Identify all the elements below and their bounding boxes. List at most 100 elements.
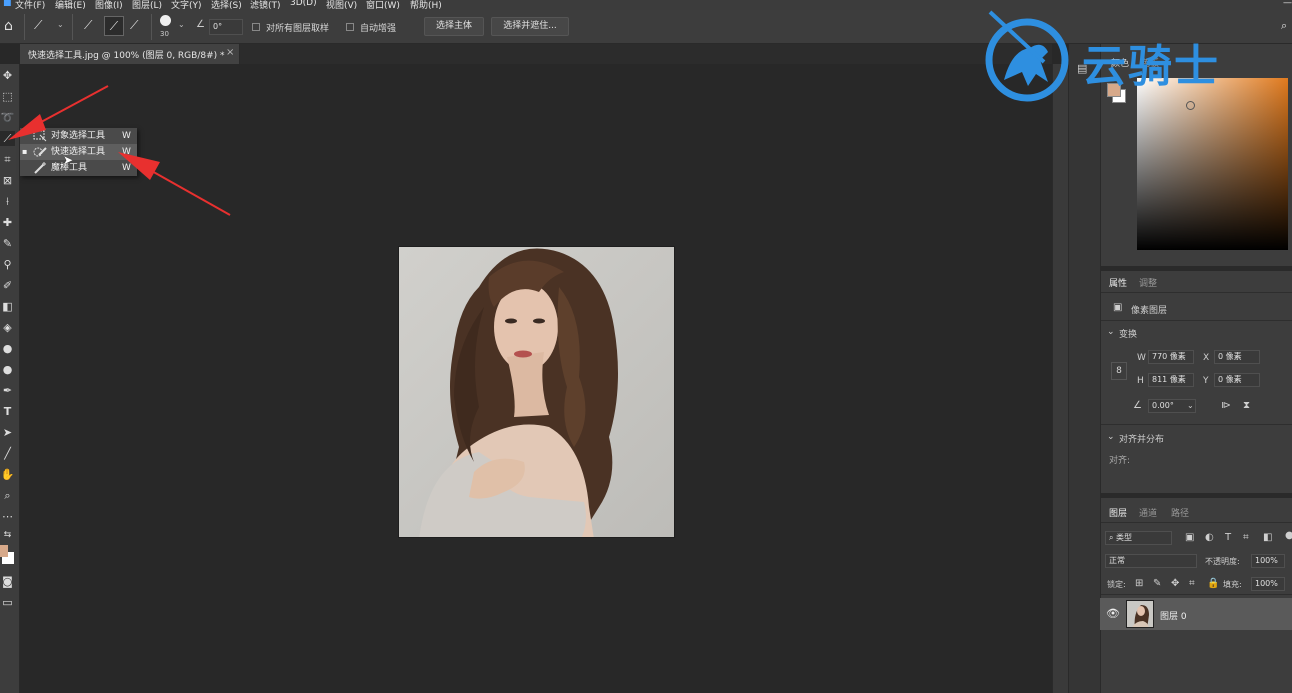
divider: [72, 14, 73, 40]
height-label: H: [1137, 376, 1144, 386]
quick-selection-preset-icon[interactable]: ⟋: [34, 18, 42, 33]
foreground-color-swatch[interactable]: [0, 545, 8, 557]
menu-window[interactable]: 窗口(W): [366, 0, 400, 10]
pixel-layer-icon: ▣: [1113, 302, 1123, 313]
lock-artboard-icon[interactable]: ⌗: [1189, 578, 1195, 590]
menu-help[interactable]: 帮助(H): [410, 0, 442, 10]
filter-type-icon[interactable]: T: [1225, 532, 1231, 544]
divider: [1101, 320, 1292, 321]
new-selection-icon[interactable]: ⟋: [84, 18, 92, 33]
vertical-scrollbar[interactable]: [1052, 64, 1068, 693]
fill-input[interactable]: 100%: [1251, 577, 1285, 591]
subtract-from-selection-icon[interactable]: ⟋: [130, 18, 138, 33]
select-subject-button[interactable]: 选择主体: [424, 17, 484, 36]
rotation-chevron-icon[interactable]: ⌄: [1187, 400, 1194, 412]
zoom-tool-icon[interactable]: ⌕: [0, 488, 15, 503]
filter-pixel-icon[interactable]: ▣: [1185, 532, 1194, 544]
x-input[interactable]: 0 像素: [1214, 350, 1260, 364]
gradient-tool-icon[interactable]: ◈: [0, 320, 15, 335]
menu-select[interactable]: 选择(S): [211, 0, 242, 10]
sample-all-layers-checkbox[interactable]: [252, 23, 260, 31]
divider: [1101, 292, 1292, 293]
menu-image[interactable]: 图像(I): [95, 0, 123, 10]
watermark-logo: 云骑士: [982, 10, 1282, 110]
menu-view[interactable]: 视图(V): [326, 0, 357, 10]
search-icon: ⌕: [1109, 533, 1117, 542]
layer-row[interactable]: 👁 图层 0: [1100, 598, 1292, 630]
y-label: Y: [1203, 376, 1209, 386]
minimize-icon[interactable]: —: [1283, 0, 1292, 8]
menu-3d[interactable]: 3D(D): [290, 0, 317, 8]
close-tab-icon[interactable]: ×: [226, 47, 234, 58]
menu-edit[interactable]: 编辑(E): [55, 0, 86, 10]
select-and-mask-button[interactable]: 选择并遮住...: [491, 17, 569, 36]
document-image[interactable]: [398, 246, 675, 538]
lock-image-icon[interactable]: ✎: [1153, 578, 1161, 590]
more-tools-icon[interactable]: ⋯: [0, 509, 15, 524]
layer-filter-select[interactable]: ⌕ 类型: [1105, 531, 1172, 545]
clone-stamp-tool-icon[interactable]: ⚲: [0, 257, 15, 272]
menu-file[interactable]: 文件(F): [15, 0, 45, 10]
filter-toggle-icon[interactable]: ●: [1285, 530, 1292, 542]
flip-horizontal-icon[interactable]: ⧐: [1221, 400, 1231, 412]
auto-enhance-checkbox[interactable]: [346, 23, 354, 31]
pen-tool-icon[interactable]: ✒: [0, 383, 15, 398]
collapse-align-icon[interactable]: ⌄: [1107, 432, 1115, 442]
add-to-selection-icon[interactable]: ⟋: [104, 16, 124, 36]
path-selection-tool-icon[interactable]: ➤: [0, 425, 15, 440]
blend-mode-select[interactable]: 正常: [1105, 554, 1197, 568]
angle-icon: ∠: [1133, 400, 1142, 411]
tab-adjustments[interactable]: 调整: [1139, 276, 1157, 289]
visibility-eye-icon[interactable]: 👁: [1106, 607, 1120, 620]
lock-label: 锁定:: [1107, 580, 1126, 589]
lock-transparent-icon[interactable]: ⊞: [1135, 578, 1143, 590]
swap-colors-icon[interactable]: ⇆: [0, 528, 15, 543]
chevron-down-icon[interactable]: ⌄: [57, 20, 64, 29]
menu-layer[interactable]: 图层(L): [132, 0, 162, 10]
opacity-input[interactable]: 100%: [1251, 554, 1285, 568]
brush-tool-icon[interactable]: ✎: [0, 236, 15, 251]
dodge-tool-icon[interactable]: ●: [0, 362, 15, 377]
tab-channels[interactable]: 通道: [1139, 506, 1157, 519]
annotation-arrows: [8, 85, 231, 216]
arrow-to-tool-icon: [8, 85, 109, 140]
line-tool-icon[interactable]: ╱: [0, 446, 15, 461]
layer-name[interactable]: 图层 0: [1160, 609, 1187, 622]
layer-thumbnail-image: [1132, 605, 1149, 627]
history-brush-tool-icon[interactable]: ✐: [0, 278, 15, 293]
filter-shape-icon[interactable]: ⌗: [1243, 532, 1249, 544]
quick-mask-icon[interactable]: ◙: [0, 574, 15, 589]
lock-all-icon[interactable]: 🔒: [1207, 578, 1219, 590]
filter-smart-object-icon[interactable]: ◧: [1263, 532, 1272, 544]
collapse-transform-icon[interactable]: ⌄: [1107, 327, 1115, 337]
y-input[interactable]: 0 像素: [1214, 373, 1260, 387]
link-dimensions-icon[interactable]: 8: [1111, 362, 1127, 380]
angle-input[interactable]: 0°: [209, 19, 243, 35]
height-input[interactable]: 811 像素: [1148, 373, 1194, 387]
filter-adjustment-icon[interactable]: ◐: [1205, 532, 1214, 544]
lock-position-icon[interactable]: ✥: [1171, 578, 1179, 590]
menu-filter[interactable]: 滤镜(T): [250, 0, 281, 10]
divider: [24, 14, 25, 40]
align-section-title: 对齐并分布: [1119, 435, 1165, 445]
blur-tool-icon[interactable]: ●: [0, 341, 15, 356]
screen-mode-icon[interactable]: ▭: [0, 595, 15, 610]
divider: [1101, 424, 1292, 425]
tab-paths[interactable]: 路径: [1171, 506, 1189, 519]
fill-label: 填充:: [1223, 580, 1242, 589]
brush-picker-chevron-icon[interactable]: ⌄: [178, 20, 185, 29]
home-icon[interactable]: ⌂: [4, 18, 13, 34]
right-panels: 颜色 色板 属性 调整 ▣ 像素图层 ⌄ 变换 8 W 770 像素 X 0 像…: [1100, 44, 1292, 693]
app-logo-icon[interactable]: ■: [3, 0, 12, 8]
width-input[interactable]: 770 像素: [1148, 350, 1194, 364]
flip-vertical-icon[interactable]: ⧗: [1243, 400, 1250, 412]
tab-layers[interactable]: 图层: [1109, 506, 1127, 519]
portrait-photo: [419, 248, 618, 537]
tab-properties[interactable]: 属性: [1109, 276, 1127, 289]
hand-tool-icon[interactable]: ✋: [0, 467, 15, 482]
document-tab[interactable]: 快速选择工具.jpg @ 100% (图层 0, RGB/8#) * ×: [20, 44, 240, 64]
eraser-tool-icon[interactable]: ◧: [0, 299, 15, 314]
brush-tip-icon[interactable]: [160, 15, 171, 26]
type-tool-icon[interactable]: T: [0, 404, 15, 419]
menu-type[interactable]: 文字(Y): [171, 0, 202, 10]
